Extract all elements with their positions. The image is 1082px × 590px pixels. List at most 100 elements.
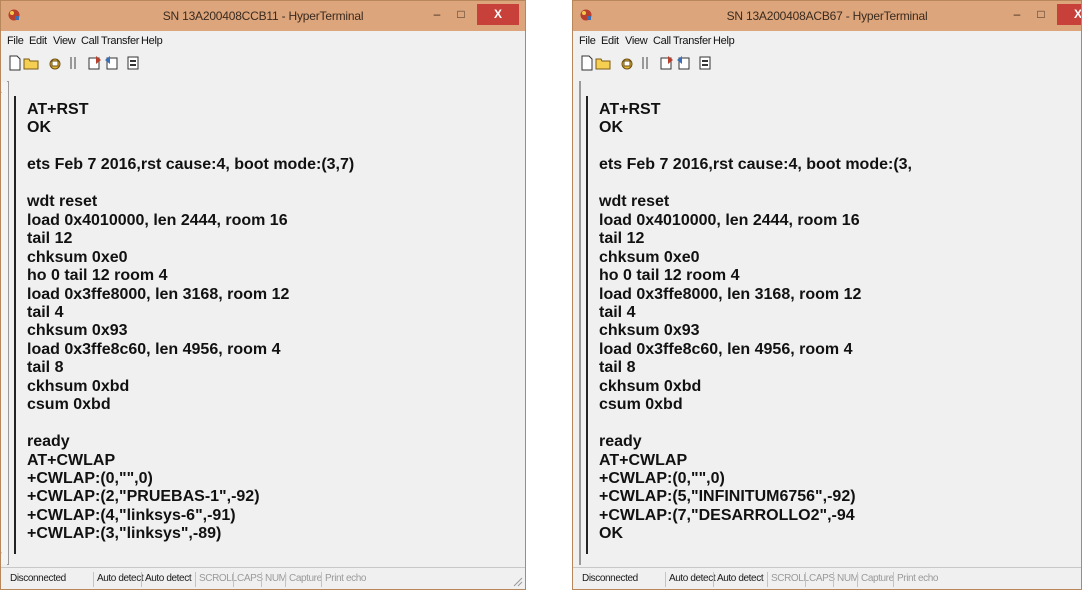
terminal-line: AT+CWLAP xyxy=(27,451,116,469)
scroll-down-arrow-icon[interactable]: ▼ xyxy=(1,546,8,564)
properties-icon[interactable] xyxy=(125,55,141,71)
terminal-line: wdt reset xyxy=(27,193,98,211)
terminal-line: +CWLAP:(3,"linksys",-89) xyxy=(27,525,222,543)
menu-bar: File Edit View Call Transfer Help xyxy=(1,35,525,51)
terminal-line: csum 0xbd xyxy=(599,396,683,414)
menu-transfer[interactable]: Transfer xyxy=(673,35,711,47)
terminal-line: load 0x3ffe8000, len 3168, room 12 xyxy=(599,285,862,303)
terminal-line: +CWLAP:(7,"DESARROLLO2",-94 xyxy=(599,506,855,524)
terminal-line: chksum 0xe0 xyxy=(599,248,700,266)
status-auto-detect-2: Auto detect xyxy=(141,572,194,587)
title-bar[interactable]: SN 13A200408ACB67 - HyperTerminal – □ X xyxy=(573,1,1081,31)
terminal-output[interactable]: AT+RST OK ets Feb 7 2016,rst cause:4, boot… xyxy=(586,96,912,554)
terminal-line: chksum 0xe0 xyxy=(27,248,128,266)
open-folder-icon[interactable] xyxy=(595,55,611,71)
status-capture: Capture xyxy=(285,572,325,587)
terminal-line: tail 8 xyxy=(599,359,636,377)
minimize-button[interactable]: – xyxy=(427,4,447,25)
minimize-button[interactable]: – xyxy=(1007,4,1027,25)
menu-transfer[interactable]: Transfer xyxy=(101,35,139,47)
title-bar[interactable]: SN 13A200408CCB11 - HyperTerminal – □ X xyxy=(1,1,525,31)
terminal-line: tail 8 xyxy=(27,359,64,377)
send-icon[interactable] xyxy=(659,55,675,71)
maximize-button[interactable]: □ xyxy=(451,4,471,25)
terminal-line: +CWLAP:(4,"linksys-6",-91) xyxy=(27,506,236,524)
menu-view[interactable]: View xyxy=(53,35,76,47)
send-icon[interactable] xyxy=(87,55,103,71)
window-title: SN 13A200408ACB67 - HyperTerminal xyxy=(726,9,928,23)
terminal-area[interactable]: AT+RST OK ets Feb 7 2016,rst cause:4, boot… xyxy=(579,81,912,565)
status-auto-detect-1: Auto detect xyxy=(665,572,718,587)
menu-call[interactable]: Call xyxy=(653,35,671,47)
status-bar: Disconnected Auto detect Auto detect SCR… xyxy=(573,567,1081,589)
terminal-line: OK xyxy=(27,119,51,137)
hyperterminal-window-1: SN 13A200408CCB11 - HyperTerminal – □ X … xyxy=(0,0,526,590)
close-button[interactable]: X xyxy=(477,4,519,25)
maximize-button[interactable]: □ xyxy=(1031,4,1051,25)
status-auto-detect-2: Auto detect xyxy=(713,572,766,587)
terminal-line: AT+CWLAP xyxy=(599,451,688,469)
terminal-line: ets Feb 7 2016,rst cause:4, boot mode:(3… xyxy=(599,156,912,174)
disconnect-phone-icon[interactable] xyxy=(65,55,81,71)
disconnect-phone-icon[interactable] xyxy=(637,55,653,71)
status-capture: Capture xyxy=(857,572,897,587)
terminal-line: load 0x3ffe8c60, len 4956, room 4 xyxy=(599,340,853,358)
terminal-area[interactable]: AT+RST OK ets Feb 7 2016,rst cause:4, boot… xyxy=(1,81,354,565)
terminal-line: +CWLAP:(0,"",0) xyxy=(27,470,153,487)
terminal-output[interactable]: AT+RST OK ets Feb 7 2016,rst cause:4, boot… xyxy=(14,96,354,554)
receive-icon[interactable] xyxy=(675,55,691,71)
status-connection: Disconnected xyxy=(10,573,66,584)
terminal-line: chksum 0x93 xyxy=(599,322,700,340)
status-print-echo: Print echo xyxy=(893,572,941,587)
terminal-line: chksum 0x93 xyxy=(27,322,128,340)
menu-view[interactable]: View xyxy=(625,35,648,47)
terminal-line: +CWLAP:(2,"PRUEBAS-1",-92) xyxy=(27,488,260,506)
terminal-line: AT+RST xyxy=(599,101,661,118)
terminal-line: ready xyxy=(27,433,70,451)
terminal-line: +CWLAP:(0,"",0) xyxy=(599,470,725,487)
terminal-line: ready xyxy=(599,433,642,451)
menu-help[interactable]: Help xyxy=(141,35,163,47)
menu-file[interactable]: File xyxy=(7,35,24,47)
connect-phone-icon[interactable] xyxy=(47,55,63,71)
terminal-line: tail 4 xyxy=(599,303,636,321)
receive-icon[interactable] xyxy=(103,55,119,71)
menu-bar: File Edit View Call Transfer Help xyxy=(573,35,1081,51)
status-print-echo: Print echo xyxy=(321,572,369,587)
terminal-line: ckhsum 0xbd xyxy=(27,377,130,395)
terminal-line: tail 12 xyxy=(27,230,73,248)
menu-edit[interactable]: Edit xyxy=(601,35,619,47)
terminal-line: ets Feb 7 2016,rst cause:4, boot mode:(3… xyxy=(27,156,355,174)
terminal-line: csum 0xbd xyxy=(27,396,111,414)
terminal-line: +CWLAP:(5,"INFINITUM6756",-92) xyxy=(599,488,856,506)
terminal-line: load 0x4010000, len 2444, room 16 xyxy=(599,211,860,229)
status-bar: Disconnected Auto detect Auto detect SCR… xyxy=(1,567,525,589)
terminal-line: tail 4 xyxy=(27,303,64,321)
new-document-icon[interactable] xyxy=(7,55,23,71)
close-button[interactable]: X xyxy=(1057,4,1081,25)
resize-grip-icon[interactable] xyxy=(511,575,523,587)
menu-help[interactable]: Help xyxy=(713,35,735,47)
status-auto-detect-1: Auto detect xyxy=(93,572,146,587)
scroll-up-arrow-icon[interactable]: ▲ xyxy=(1,82,8,100)
open-folder-icon[interactable] xyxy=(23,55,39,71)
properties-icon[interactable] xyxy=(697,55,713,71)
vertical-scrollbar[interactable]: ▲ ▼ xyxy=(1,82,8,564)
terminal-line: load 0x4010000, len 2444, room 16 xyxy=(27,211,288,229)
terminal-line: load 0x3ffe8000, len 3168, room 12 xyxy=(27,285,290,303)
hyperterminal-window-2: SN 13A200408ACB67 - HyperTerminal – □ X … xyxy=(572,0,1082,590)
status-connection: Disconnected xyxy=(582,573,638,584)
new-document-icon[interactable] xyxy=(579,55,595,71)
menu-edit[interactable]: Edit xyxy=(29,35,47,47)
terminal-line: AT+RST xyxy=(27,101,89,118)
menu-call[interactable]: Call xyxy=(81,35,99,47)
terminal-line: OK xyxy=(599,525,623,543)
terminal-line: ho 0 tail 12 room 4 xyxy=(599,267,740,285)
terminal-line: OK xyxy=(599,119,623,137)
terminal-line: tail 12 xyxy=(599,230,645,248)
connect-phone-icon[interactable] xyxy=(619,55,635,71)
terminal-line: ckhsum 0xbd xyxy=(599,377,702,395)
terminal-line: ho 0 tail 12 room 4 xyxy=(27,267,168,285)
menu-file[interactable]: File xyxy=(579,35,596,47)
terminal-line: load 0x3ffe8c60, len 4956, room 4 xyxy=(27,340,281,358)
